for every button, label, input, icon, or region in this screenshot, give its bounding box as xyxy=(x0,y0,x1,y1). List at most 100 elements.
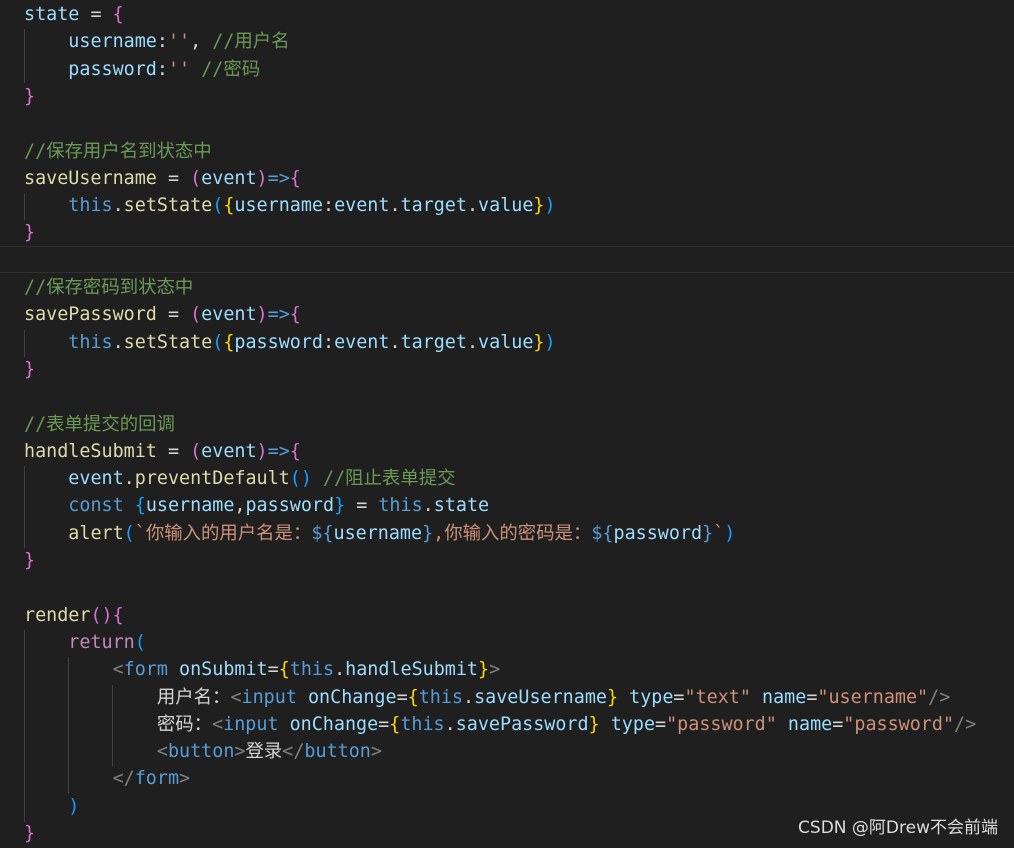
code-token: "username" xyxy=(817,686,929,708)
code-line: } xyxy=(24,820,35,847)
code-token: event xyxy=(201,167,257,189)
code-line: } xyxy=(24,356,35,383)
code-token: ) xyxy=(544,195,556,217)
code-token: () xyxy=(289,468,312,490)
code-token: } xyxy=(478,659,490,681)
code-token: //保存密码到状态中 xyxy=(24,277,194,298)
code-token: => xyxy=(267,440,290,462)
code-token: saveUsername xyxy=(474,686,607,708)
code-line: } xyxy=(24,547,35,574)
code-token: username xyxy=(333,522,423,544)
code-token: input xyxy=(223,713,279,735)
code-token: ` xyxy=(713,522,725,544)
code-line: return( xyxy=(24,629,146,656)
code-token: : xyxy=(156,31,168,53)
code-token: this xyxy=(289,659,335,681)
code-token: password xyxy=(68,58,157,80)
code-token: } xyxy=(422,522,434,544)
code-editor[interactable]: state = { username:'', //用户名 password:''… xyxy=(0,0,1014,848)
code-token: username xyxy=(145,495,235,517)
code-token: value xyxy=(478,195,534,217)
code-token: savePassword xyxy=(455,713,589,735)
code-token: ) xyxy=(724,522,736,544)
code-token: = xyxy=(806,686,818,708)
code-line: this.setState({password:event.target.val… xyxy=(24,329,556,356)
code-token: } xyxy=(24,358,36,380)
code-token: { xyxy=(223,195,235,217)
code-token: this xyxy=(378,495,423,517)
code-token: /> xyxy=(928,686,951,708)
code-token: = xyxy=(156,167,191,189)
code-token: { xyxy=(289,304,301,326)
code-token: < xyxy=(212,713,224,735)
code-line: </form> xyxy=(24,765,191,792)
code-token: . xyxy=(123,468,135,490)
code-token: ( xyxy=(190,440,202,462)
code-line: state = { xyxy=(24,1,124,28)
code-token: { xyxy=(112,4,124,25)
code-token: , xyxy=(234,495,246,517)
code-token: ${ xyxy=(311,522,334,544)
code-token: > xyxy=(370,741,382,763)
code-token: = xyxy=(267,659,279,681)
code-token: 用户名： xyxy=(156,686,231,708)
code-token: = xyxy=(655,713,667,735)
code-token: password xyxy=(245,495,335,517)
code-token: . xyxy=(334,659,346,681)
code-token: state xyxy=(433,495,490,517)
code-token: . xyxy=(466,195,479,217)
code-token: . xyxy=(112,331,124,353)
code-line: } xyxy=(24,83,35,110)
code-token: /> xyxy=(954,713,977,735)
watermark: CSDN @阿Drew不会前端 xyxy=(798,818,998,838)
code-token: password xyxy=(234,331,323,353)
code-line: alert(`你输入的用户名是：${username},你输入的密码是：${pa… xyxy=(24,520,735,547)
code-token: { xyxy=(223,331,235,353)
code-token: = xyxy=(156,304,191,326)
code-token: > xyxy=(489,659,501,681)
code-token: this xyxy=(68,195,113,217)
code-token: username xyxy=(234,195,323,217)
code-token: `你输入的用户名是： xyxy=(134,522,312,544)
code-token: return xyxy=(68,631,135,653)
code-line: password:'' //密码 xyxy=(24,56,260,83)
code-token: //密码 xyxy=(201,58,261,80)
code-token: ) xyxy=(544,331,556,353)
code-token: ( xyxy=(134,631,146,653)
code-token: onSubmit xyxy=(179,659,268,681)
code-token: event xyxy=(201,440,257,462)
code-token: } xyxy=(24,85,36,107)
code-line: this.setState({username:event.target.val… xyxy=(24,192,556,219)
code-token: : xyxy=(156,58,168,80)
code-line: //保存用户名到状态中 xyxy=(24,138,212,165)
code-line: event.preventDefault() //阻止表单提交 xyxy=(24,465,455,492)
code-token: "password" xyxy=(666,713,777,735)
code-line: //表单提交的回调 xyxy=(24,411,175,438)
code-token: ,你输入的密码是： xyxy=(433,522,592,544)
code-token: = xyxy=(156,440,191,462)
code-token: this xyxy=(400,713,445,735)
code-line: } xyxy=(24,219,35,246)
code-token: value xyxy=(478,331,534,353)
code-token: '' xyxy=(167,31,191,53)
code-token: event xyxy=(334,195,390,217)
code-token: render xyxy=(24,604,91,626)
code-token: > xyxy=(234,741,246,763)
code-line: username:'', //用户名 xyxy=(24,28,289,55)
code-line: 密码：<input onChange={this.savePassword} t… xyxy=(24,711,976,738)
code-token: event xyxy=(201,304,257,326)
code-line: <form onSubmit={this.handleSubmit}> xyxy=(24,656,501,683)
code-token: </ xyxy=(282,741,305,763)
code-token: . xyxy=(466,331,479,353)
code-token: ${ xyxy=(591,522,614,544)
